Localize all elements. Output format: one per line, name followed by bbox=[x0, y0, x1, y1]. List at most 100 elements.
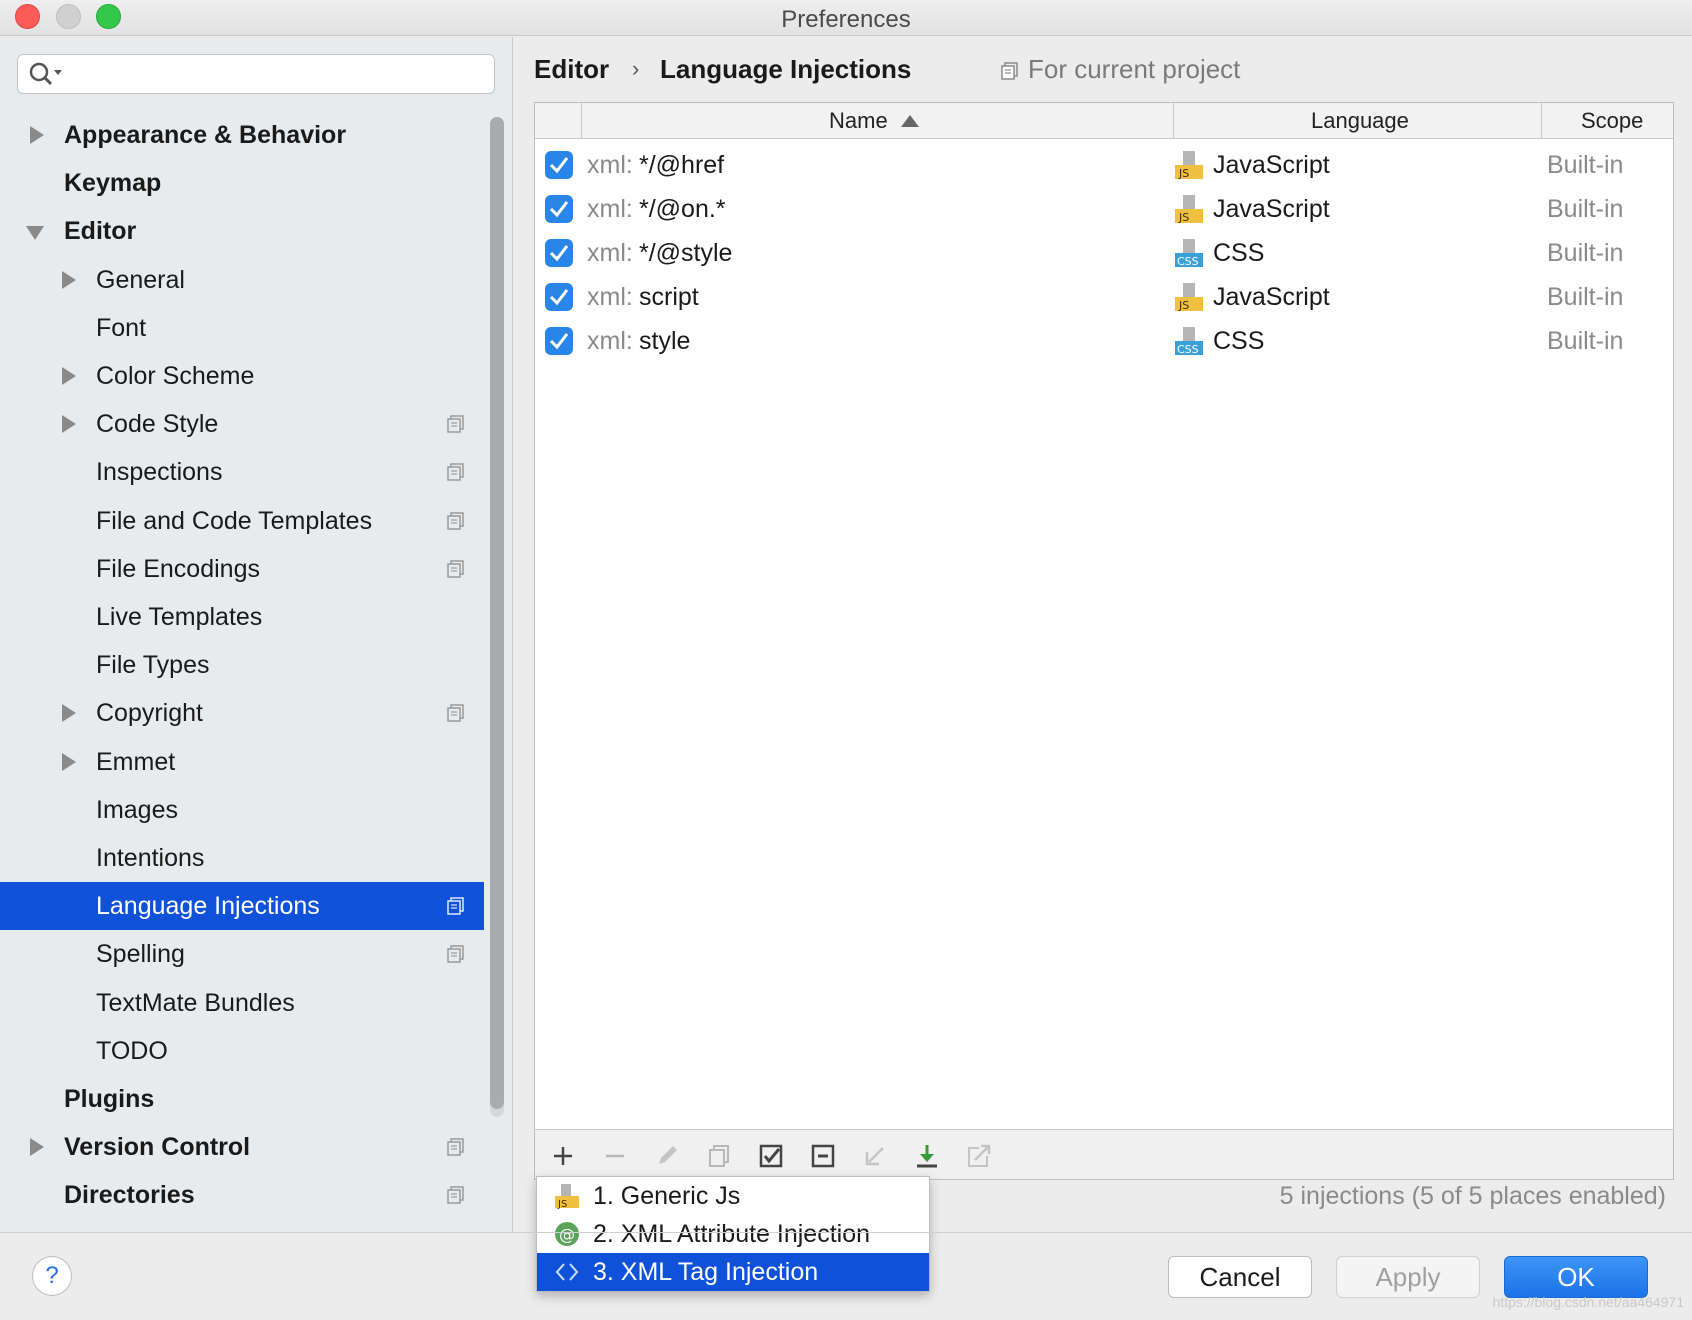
sidebar-item-keymap[interactable]: Keymap bbox=[0, 159, 484, 207]
sidebar-item-language-injections[interactable]: Language Injections bbox=[0, 882, 484, 931]
collapse-arrow-icon[interactable] bbox=[26, 226, 44, 241]
sidebar-item-label: Keymap bbox=[64, 169, 162, 198]
sidebar-item-textmate-bundles[interactable]: TextMate Bundles bbox=[0, 979, 484, 1027]
plus-icon[interactable] bbox=[549, 1142, 577, 1170]
enable-checkbox[interactable] bbox=[545, 327, 573, 355]
cancel-button[interactable]: Cancel bbox=[1168, 1256, 1312, 1298]
injection-scope: Built-in bbox=[1547, 283, 1624, 311]
add-injection-popup: JS 1. Generic Js @ 2. XML Attribute Inje… bbox=[536, 1176, 930, 1292]
sidebar-item-version-control[interactable]: Version Control bbox=[0, 1123, 484, 1171]
sidebar-item-file-encodings[interactable]: File Encodings bbox=[0, 545, 484, 593]
column-header-name[interactable]: Name bbox=[829, 108, 888, 134]
help-button[interactable]: ? bbox=[32, 1256, 72, 1296]
import-icon[interactable] bbox=[861, 1142, 889, 1170]
table-row[interactable]: xml: style CSS CSS Built-in bbox=[535, 319, 1673, 363]
expand-arrow-icon[interactable] bbox=[62, 415, 76, 434]
injection-scope: Built-in bbox=[1547, 151, 1624, 179]
table-toolbar bbox=[535, 1129, 1673, 1179]
sidebar-item-label: Language Injections bbox=[96, 892, 320, 921]
injection-prefix: xml: bbox=[587, 283, 633, 311]
table-row[interactable]: xml: */@style CSS CSS Built-in bbox=[535, 231, 1673, 275]
sidebar-item-file-and-code-templates[interactable]: File and Code Templates bbox=[0, 497, 484, 545]
project-scope-icon bbox=[447, 1186, 464, 1205]
enable-checkbox[interactable] bbox=[545, 239, 573, 267]
sidebar-item-appearance-behavior[interactable]: Appearance & Behavior bbox=[0, 111, 484, 159]
injection-language: JavaScript bbox=[1213, 283, 1330, 311]
sidebar-item-font[interactable]: Font bbox=[0, 304, 484, 352]
project-scope-icon bbox=[447, 1138, 464, 1156]
popup-item-generic-js[interactable]: JS 1. Generic Js bbox=[537, 1177, 929, 1215]
breadcrumb-parent[interactable]: Editor bbox=[534, 54, 609, 85]
column-divider[interactable] bbox=[1173, 103, 1174, 139]
sidebar-item-editor[interactable]: Editor bbox=[0, 207, 484, 255]
sidebar-item-images[interactable]: Images bbox=[0, 786, 484, 834]
table-row[interactable]: xml: */@href JS JavaScript Built-in bbox=[535, 143, 1673, 187]
popup-item-xml-attribute-injection[interactable]: @ 2. XML Attribute Injection bbox=[537, 1215, 929, 1253]
svg-text:CSS: CSS bbox=[1177, 255, 1199, 268]
project-scope-icon bbox=[447, 511, 464, 530]
expand-arrow-icon[interactable] bbox=[30, 1138, 44, 1157]
ok-button[interactable]: OK bbox=[1504, 1256, 1648, 1298]
sidebar-item-code-style[interactable]: Code Style bbox=[0, 400, 484, 448]
expand-arrow-icon[interactable] bbox=[62, 752, 76, 771]
injection-language: JavaScript bbox=[1213, 195, 1330, 223]
apply-button[interactable]: Apply bbox=[1336, 1256, 1480, 1298]
copy-icon[interactable] bbox=[705, 1142, 733, 1170]
sidebar-item-emmet[interactable]: Emmet bbox=[0, 738, 484, 786]
expand-arrow-icon[interactable] bbox=[62, 704, 76, 723]
table-row[interactable]: xml: */@on.* JS JavaScript Built-in bbox=[535, 187, 1673, 231]
checkmark-icon bbox=[549, 157, 569, 174]
popup-item-xml-tag-injection[interactable]: 3. XML Tag Injection bbox=[537, 1253, 929, 1291]
minus-icon[interactable] bbox=[601, 1142, 629, 1170]
sidebar-item-copyright[interactable]: Copyright bbox=[0, 689, 484, 737]
svg-text:JS: JS bbox=[1178, 167, 1189, 180]
injection-prefix: xml: bbox=[587, 239, 633, 267]
popup-item-label: 3. XML Tag Injection bbox=[593, 1258, 819, 1286]
sidebar-item-label: Intentions bbox=[96, 844, 205, 872]
table-header: Name Language Scope bbox=[535, 103, 1673, 139]
enable-checkbox[interactable] bbox=[545, 283, 573, 311]
sidebar-item-label: Plugins bbox=[64, 1085, 155, 1113]
sidebar-item-inspections[interactable]: Inspections bbox=[0, 448, 484, 496]
sidebar-item-directories[interactable]: Directories bbox=[0, 1171, 484, 1219]
sidebar-item-label: TextMate Bundles bbox=[96, 988, 295, 1017]
column-header-scope[interactable]: Scope bbox=[1581, 108, 1643, 134]
expand-arrow-icon[interactable] bbox=[62, 367, 76, 385]
watermark: https://blog.csdn.net/aa464971 bbox=[1492, 1294, 1684, 1310]
project-scope-icon bbox=[1001, 62, 1018, 80]
injection-prefix: xml: bbox=[587, 195, 633, 223]
search-input[interactable] bbox=[17, 54, 495, 94]
injection-name: */@style bbox=[639, 239, 733, 267]
pane-divider[interactable] bbox=[512, 37, 513, 1232]
sidebar-item-general[interactable]: General bbox=[0, 256, 484, 304]
sidebar-item-intentions[interactable]: Intentions bbox=[0, 834, 484, 882]
sidebar-item-file-types[interactable]: File Types bbox=[0, 641, 484, 689]
sidebar-item-label: Appearance & Behavior bbox=[64, 121, 347, 149]
enable-checkbox[interactable] bbox=[545, 151, 573, 179]
injection-scope: Built-in bbox=[1547, 239, 1624, 267]
sidebar-item-label: Color Scheme bbox=[96, 362, 255, 390]
project-scope-note: For current project bbox=[1028, 54, 1241, 84]
edit-icon[interactable] bbox=[653, 1142, 681, 1170]
project-scope-icon bbox=[447, 560, 464, 578]
export-icon[interactable] bbox=[913, 1142, 941, 1170]
enable-all-icon[interactable] bbox=[757, 1142, 785, 1170]
injection-prefix: xml: bbox=[587, 151, 633, 179]
table-row[interactable]: xml: script JS JavaScript Built-in bbox=[535, 275, 1673, 319]
expand-arrow-icon[interactable] bbox=[62, 270, 76, 289]
column-divider[interactable] bbox=[1541, 103, 1542, 139]
project-scope-icon bbox=[447, 945, 464, 964]
expand-arrow-icon[interactable] bbox=[30, 126, 44, 144]
disable-all-icon[interactable] bbox=[809, 1142, 837, 1170]
sidebar-item-plugins[interactable]: Plugins bbox=[0, 1075, 484, 1123]
column-header-language[interactable]: Language bbox=[1311, 108, 1409, 134]
sidebar-item-spelling[interactable]: Spelling bbox=[0, 930, 484, 978]
sidebar-item-live-templates[interactable]: Live Templates bbox=[0, 593, 484, 641]
share-icon[interactable] bbox=[965, 1142, 993, 1170]
sidebar-item-label: Spelling bbox=[96, 940, 185, 969]
enable-checkbox[interactable] bbox=[545, 195, 573, 223]
sidebar-scroll-thumb[interactable] bbox=[490, 117, 504, 1109]
sidebar-item-color-scheme[interactable]: Color Scheme bbox=[0, 352, 484, 400]
injection-name: */@href bbox=[639, 151, 725, 179]
sidebar-item-todo[interactable]: TODO bbox=[0, 1027, 484, 1075]
